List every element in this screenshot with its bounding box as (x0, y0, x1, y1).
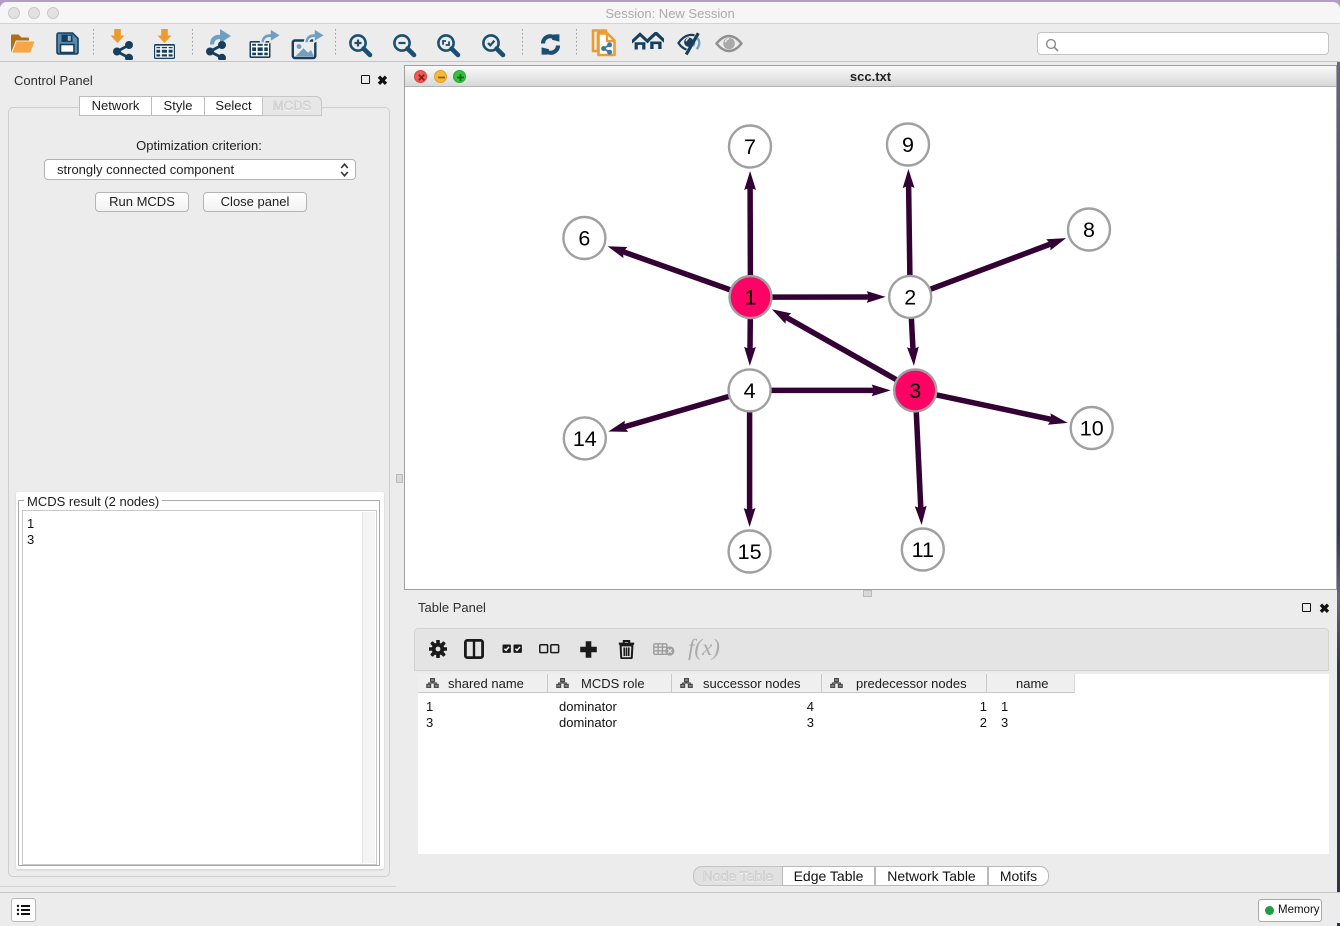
svg-text:11: 11 (912, 538, 934, 562)
svg-text:3: 3 (909, 379, 921, 403)
svg-text:4: 4 (744, 379, 756, 403)
svg-text:9: 9 (902, 133, 914, 157)
svg-text:7: 7 (744, 135, 756, 159)
svg-text:6: 6 (578, 227, 590, 251)
svg-text:15: 15 (738, 540, 762, 564)
svg-text:2: 2 (904, 285, 916, 309)
svg-text:1: 1 (745, 286, 757, 310)
svg-text:14: 14 (573, 427, 597, 451)
svg-text:10: 10 (1080, 417, 1104, 441)
svg-text:8: 8 (1083, 218, 1095, 242)
